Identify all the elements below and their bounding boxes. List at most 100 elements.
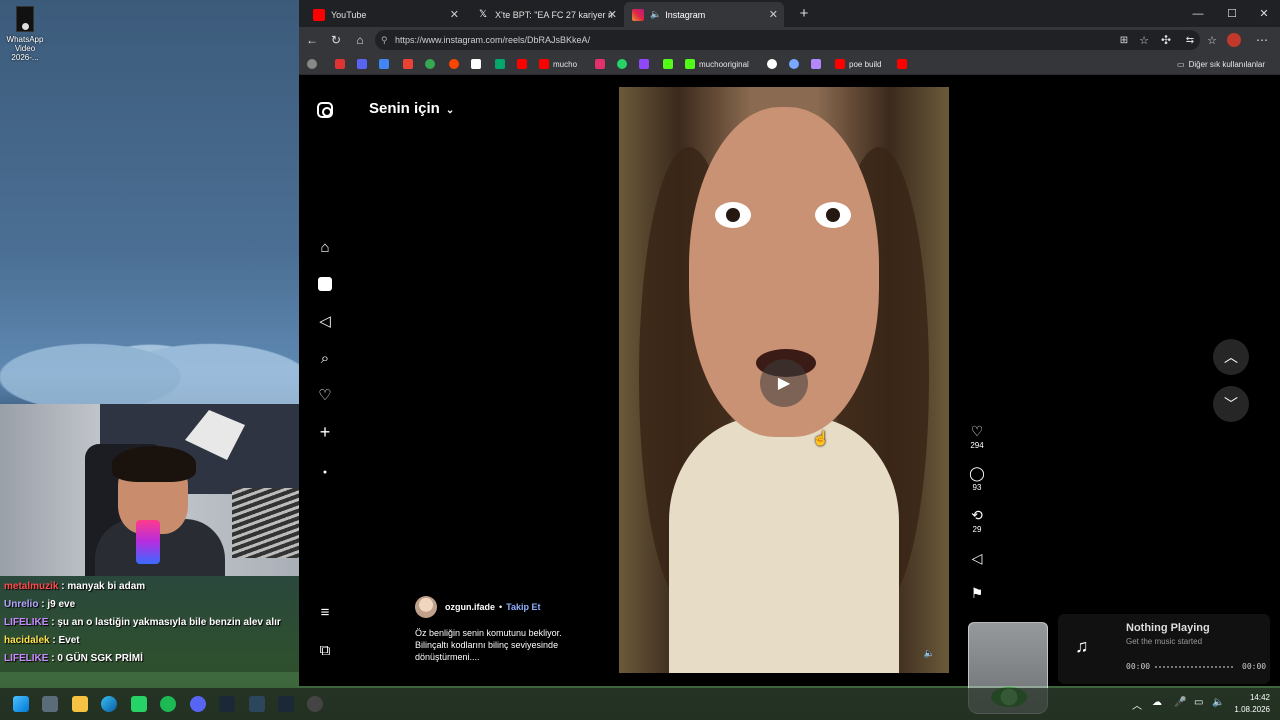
profile-avatar[interactable] <box>1225 31 1243 49</box>
discord-icon[interactable] <box>190 696 206 712</box>
repost-button[interactable]: ⟲ 29 <box>969 507 985 534</box>
bookmark-item[interactable] <box>449 58 463 70</box>
bookmark-poe-build[interactable]: poe build <box>835 58 881 70</box>
search-icon[interactable]: ⌕ <box>317 350 333 367</box>
file-explorer-icon[interactable] <box>72 696 88 712</box>
minimize-button[interactable]: — <box>1181 0 1215 27</box>
site-info-icon[interactable]: ⚲ <box>381 30 388 50</box>
more-menu-icon[interactable]: ⋯ <box>1253 31 1271 49</box>
like-button[interactable]: ♡ 294 <box>969 423 985 450</box>
username-link[interactable]: ozgun.ifade <box>445 602 495 612</box>
notifications-heart-icon[interactable]: ♡ <box>317 387 333 404</box>
steam-secondary-icon[interactable] <box>278 696 294 712</box>
bookmark-item[interactable] <box>663 58 677 70</box>
task-view-icon[interactable] <box>42 696 58 712</box>
extensions-icon[interactable]: ✣ <box>1157 31 1175 49</box>
more-apps-icon[interactable]: ⧉ <box>317 642 333 659</box>
play-button[interactable]: ▶ <box>760 359 808 407</box>
instagram-logo-icon[interactable] <box>317 102 333 118</box>
follow-button[interactable]: Takip Et <box>506 602 540 612</box>
profile-icon[interactable]: ● <box>317 464 333 480</box>
app-icon[interactable] <box>307 696 323 712</box>
previous-reel-button[interactable]: ︿ <box>1213 339 1249 375</box>
music-progress-bar[interactable] <box>1155 666 1235 668</box>
bookmark-item[interactable] <box>425 58 439 70</box>
reel-video[interactable]: ▶ ☝ 🔈 <box>619 87 949 673</box>
music-title: Nothing Playing <box>1126 622 1210 634</box>
close-tab-icon[interactable]: ✕ <box>608 8 617 21</box>
clock-time: 14:42 <box>1249 693 1270 702</box>
display-icon[interactable]: ▭ <box>1194 697 1203 708</box>
reels-icon[interactable] <box>317 276 333 292</box>
maximize-button[interactable]: ☐ <box>1215 0 1249 27</box>
taskbar: ︿ ☁ 🎤 ▭ 🔈 14:42 1.08.2026 <box>0 688 1280 720</box>
collections-icon[interactable]: ⇆ <box>1181 31 1199 49</box>
clock[interactable]: 14:42 1.08.2026 <box>1228 688 1272 720</box>
bookmark-item[interactable] <box>357 58 371 70</box>
game-launcher-icon[interactable] <box>249 696 265 712</box>
favorite-star-icon[interactable]: ☆ <box>1135 31 1153 49</box>
cloud-icon[interactable]: ☁ <box>1152 697 1162 708</box>
reel-caption[interactable]: Öz benliğin senin komutunu bekliyor. Bil… <box>415 627 595 663</box>
close-tab-icon[interactable]: ✕ <box>769 8 778 21</box>
desktop-icon-video[interactable]: WhatsApp Video 2026-... <box>2 6 48 62</box>
bookmark-item[interactable] <box>307 58 321 70</box>
other-bookmarks-label: Diğer sık kullanılanlar <box>1188 59 1266 69</box>
tab-youtube[interactable]: YouTube ✕ <box>305 2 465 27</box>
bookmark-item[interactable] <box>639 58 653 70</box>
tab-instagram[interactable]: 🔈 Instagram ✕ <box>624 2 784 27</box>
bookmark-mucho[interactable]: mucho <box>539 58 577 70</box>
chevron-down-icon: ﹀ <box>1224 396 1238 412</box>
new-tab-button[interactable]: + <box>787 0 821 27</box>
bookmark-item[interactable] <box>379 58 393 70</box>
chat-text: 0 GÜN SGK PRİMİ <box>57 653 143 664</box>
share-button[interactable]: ◁ <box>969 550 985 566</box>
other-bookmarks[interactable]: ▭ Diğer sık kullanılanlar <box>1177 58 1265 70</box>
home-button[interactable]: ⌂ <box>351 31 369 49</box>
spotify-icon[interactable] <box>160 696 176 712</box>
tab-strip: YouTube ✕ 𝕏 X'te BPT: "EA FC 27 kariyer … <box>299 0 1280 27</box>
back-button[interactable]: ← <box>303 31 321 49</box>
menu-icon[interactable]: ≡ <box>317 604 333 621</box>
volume-icon[interactable]: 🔈 <box>1212 697 1224 708</box>
bookmark-item[interactable] <box>617 58 631 70</box>
split-view-icon[interactable]: ⊞ <box>1115 31 1133 49</box>
address-bar[interactable]: ⚲ https://www.instagram.com/reels/DbRAJs… <box>375 30 1200 50</box>
whatsapp-icon[interactable] <box>131 696 147 712</box>
bookmark-muchooriginal[interactable]: muchooriginal <box>685 58 749 70</box>
bookmark-item[interactable] <box>495 58 509 70</box>
save-button[interactable]: ⚑ <box>969 585 985 601</box>
create-plus-icon[interactable]: + <box>317 422 333 442</box>
feed-selector[interactable]: Senin için ⌄ <box>369 100 454 117</box>
close-window-button[interactable]: ✕ <box>1247 0 1280 27</box>
bookmark-item[interactable] <box>767 58 781 70</box>
chat-username: LIFELIKE <box>4 617 49 628</box>
separator-dot: • <box>499 602 503 612</box>
comment-icon: ◯ <box>969 465 985 481</box>
steam-icon[interactable] <box>219 696 235 712</box>
tab-x-post[interactable]: 𝕏 X'te BPT: "EA FC 27 kariyer modun ✕ <box>469 2 623 27</box>
avatar[interactable] <box>415 596 437 618</box>
bookmark-item[interactable] <box>335 58 349 70</box>
bookmark-item[interactable] <box>595 58 609 70</box>
speaker-icon[interactable]: 🔈 <box>650 9 661 20</box>
reload-button[interactable]: ↻ <box>327 31 345 49</box>
start-icon[interactable] <box>13 696 29 712</box>
bookmark-item[interactable] <box>403 58 417 70</box>
messages-icon[interactable]: ◁ <box>317 313 333 330</box>
microphone-icon[interactable]: 🎤 <box>1174 697 1186 708</box>
edge-icon[interactable] <box>101 696 117 712</box>
chevron-up-icon[interactable]: ︿ <box>1132 697 1142 712</box>
bookmark-item[interactable] <box>789 58 803 70</box>
bookmark-item[interactable] <box>471 58 485 70</box>
favorites-icon[interactable]: ☆ <box>1203 31 1221 49</box>
bookmark-item[interactable] <box>897 58 911 70</box>
bookmark-item[interactable] <box>811 58 825 70</box>
close-tab-icon[interactable]: ✕ <box>450 8 459 21</box>
folder-icon: ▭ <box>1177 59 1185 69</box>
comment-button[interactable]: ◯ 93 <box>969 465 985 492</box>
bookmark-item[interactable] <box>517 58 531 70</box>
home-icon[interactable]: ⌂ <box>317 239 333 256</box>
next-reel-button[interactable]: ﹀ <box>1213 386 1249 422</box>
volume-icon[interactable]: 🔈 <box>924 648 935 659</box>
